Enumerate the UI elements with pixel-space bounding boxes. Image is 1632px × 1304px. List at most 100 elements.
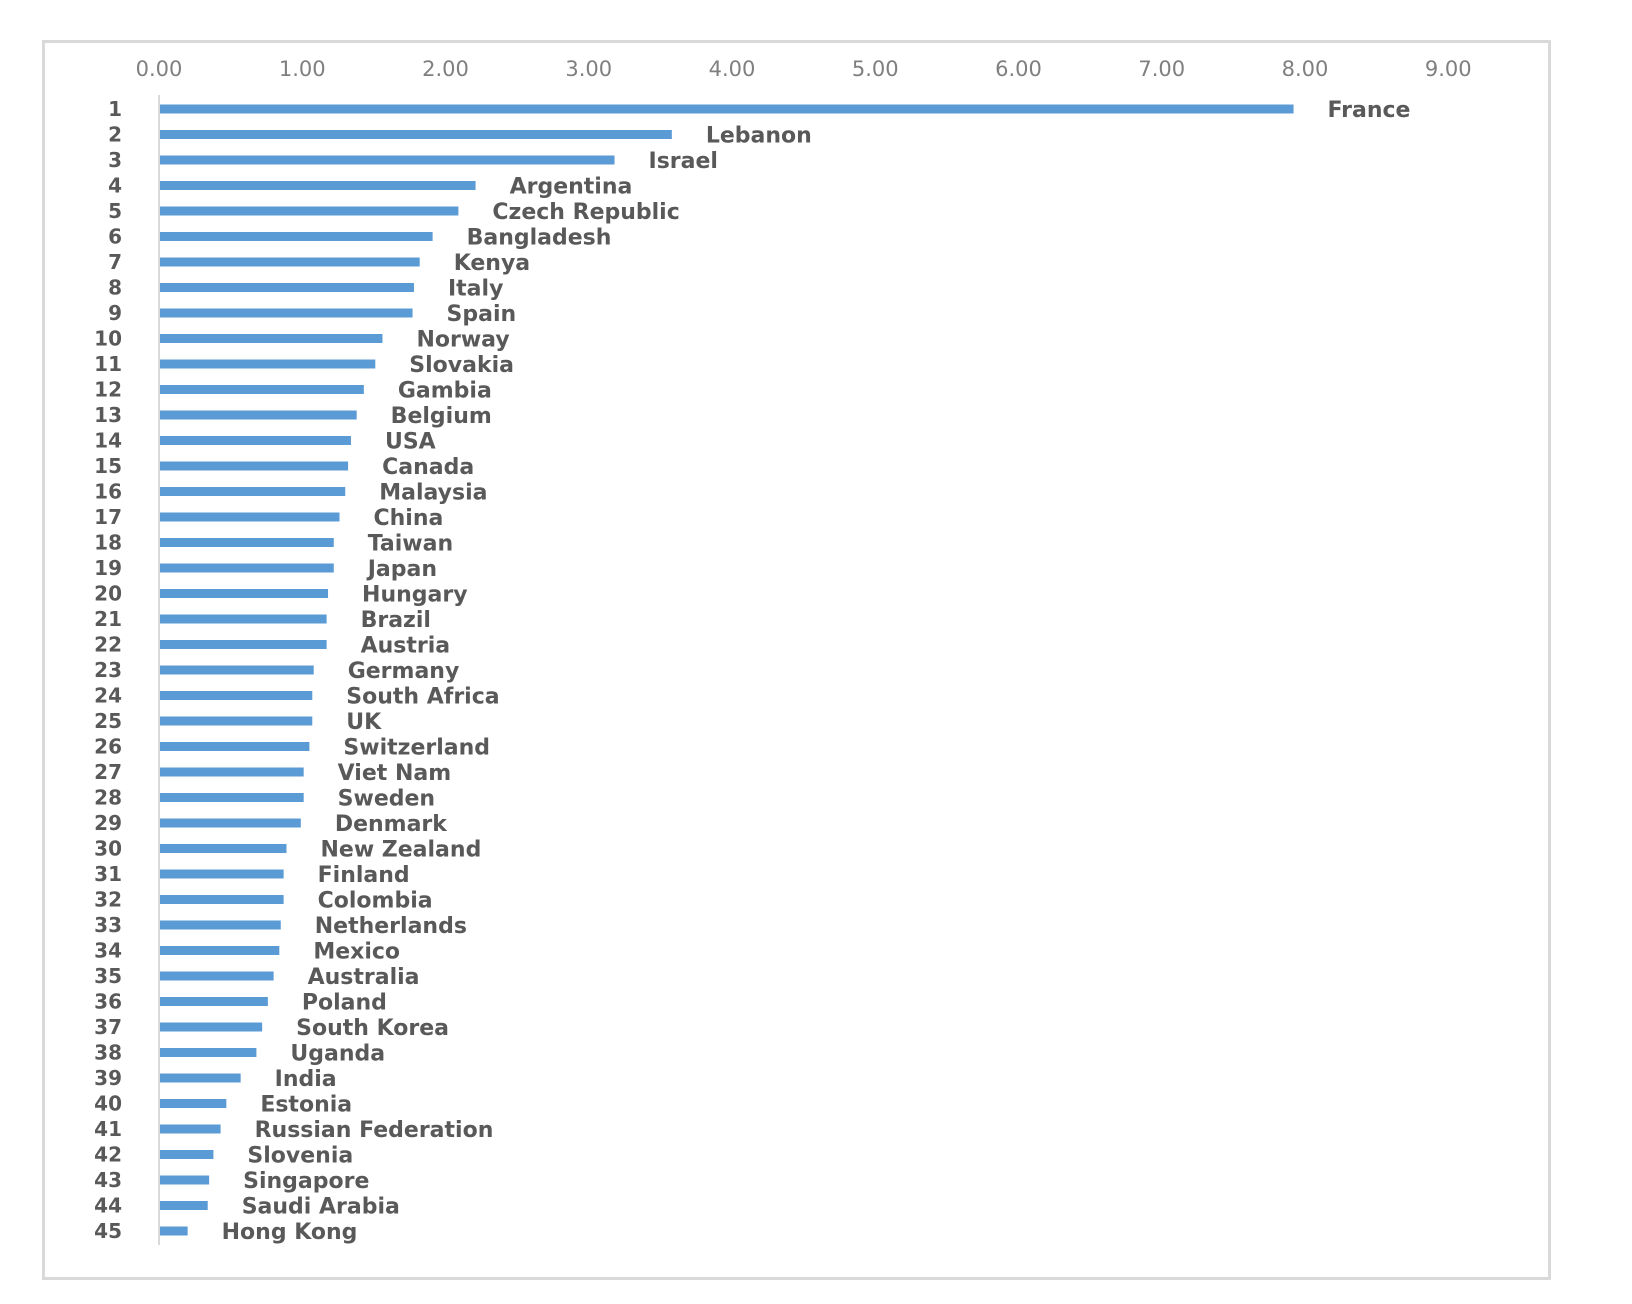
data-label: Australia: [308, 965, 420, 990]
bar-row: 12 Gambia: [94, 378, 492, 404]
y-category-label: 1: [108, 97, 122, 121]
bar-row: 4 Argentina: [108, 174, 632, 200]
bar-row: 33 Netherlands: [94, 913, 467, 939]
data-label: UK: [346, 710, 382, 735]
y-category-label: 29: [94, 811, 122, 835]
bar-row: 11 Slovakia: [94, 352, 514, 378]
bar-row: 42 Slovenia: [94, 1143, 353, 1169]
bar: [160, 895, 284, 904]
bar: [160, 181, 476, 190]
y-category-label: 19: [94, 556, 122, 580]
bar-row: 1 France: [108, 97, 1410, 123]
bar-row: 38 Uganda: [94, 1041, 385, 1067]
bar-row: 37 South Korea: [94, 1015, 449, 1041]
y-category-label: 14: [94, 429, 122, 453]
x-tick-label: 3.00: [565, 57, 612, 81]
bar-row: 15 Canada: [94, 454, 474, 480]
x-tick-label: 6.00: [995, 57, 1042, 81]
bar: [160, 104, 1294, 114]
bar: [160, 410, 357, 420]
data-label: Denmark: [335, 812, 448, 837]
data-label: Italy: [448, 277, 503, 302]
y-category-label: 12: [94, 378, 122, 402]
bar: [160, 742, 310, 751]
data-label: Singapore: [243, 1169, 369, 1194]
bar-row: 3 Israel: [108, 148, 718, 174]
y-category-label: 30: [94, 837, 122, 861]
y-category-label: 10: [94, 327, 122, 351]
bar: [160, 589, 329, 598]
y-category-label: 3: [108, 148, 122, 172]
y-category-label: 15: [94, 454, 122, 478]
bar: [160, 640, 327, 649]
bar: [160, 1073, 241, 1083]
bar-row: 26 Switzerland: [94, 735, 490, 761]
data-label: Viet Nam: [338, 761, 451, 786]
y-category-label: 25: [94, 709, 122, 733]
data-label: Hungary: [362, 583, 468, 608]
bar: [160, 793, 304, 802]
bar: [160, 971, 274, 981]
bar: [160, 512, 340, 522]
x-tick-label: 2.00: [422, 57, 469, 81]
data-label: India: [275, 1067, 337, 1092]
data-label: France: [1328, 98, 1411, 123]
x-tick-label: 9.00: [1425, 57, 1472, 81]
bar: [160, 1099, 227, 1108]
data-label: Uganda: [290, 1042, 385, 1067]
bar: [160, 385, 364, 394]
y-category-label: 37: [94, 1015, 122, 1039]
bar-row: 29 Denmark: [94, 811, 448, 837]
bar: [160, 461, 349, 471]
bar: [160, 359, 376, 369]
data-label: Hong Kong: [222, 1220, 358, 1245]
bar: [160, 1022, 263, 1032]
x-tick-label: 7.00: [1138, 57, 1185, 81]
bar-row: 23 Germany: [94, 658, 459, 684]
y-category-label: 22: [94, 633, 122, 657]
y-category-label: 4: [108, 174, 122, 198]
data-label: Colombia: [318, 889, 433, 914]
bar: [160, 1201, 208, 1210]
bar: [160, 487, 346, 496]
bar-row: 36 Poland: [94, 990, 387, 1016]
bar-row: 8 Italy: [108, 276, 503, 302]
bar-row: 17 China: [94, 505, 443, 531]
data-label: Taiwan: [368, 532, 453, 557]
bar-row: 16 Malaysia: [94, 480, 487, 506]
bar-row: 24 South Africa: [94, 684, 499, 710]
data-label: Estonia: [260, 1093, 352, 1118]
bar: [160, 206, 459, 216]
y-category-label: 28: [94, 786, 122, 810]
y-category-label: 24: [94, 684, 122, 708]
bar-row: 44 Saudi Arabia: [94, 1194, 400, 1220]
bar: [160, 308, 413, 318]
y-category-label: 18: [94, 531, 122, 555]
bar: [160, 1150, 214, 1159]
bar-row: 34 Mexico: [94, 939, 400, 965]
bar-row: 6 Bangladesh: [108, 225, 611, 251]
y-category-label: 8: [108, 276, 122, 300]
y-category-label: 39: [94, 1066, 122, 1090]
bar-chart: 0.00 1.00 2.00 3.00 4.00 5.00 6.00 7.00 8.00 9.00…: [94, 57, 1472, 1245]
bar-row: 10 Norway: [94, 327, 510, 353]
y-category-label: 45: [94, 1219, 122, 1243]
data-label: Sweden: [338, 787, 435, 812]
y-category-label: 13: [94, 403, 122, 427]
data-label: Lebanon: [706, 124, 812, 149]
bar-row: 25 UK: [94, 709, 382, 735]
data-label: South Korea: [296, 1016, 449, 1041]
y-category-label: 20: [94, 582, 122, 606]
y-category-label: 9: [108, 301, 122, 325]
bar-row: 14 USA: [94, 429, 436, 455]
y-category-label: 36: [94, 990, 122, 1014]
bar-row: 2 Lebanon: [108, 123, 812, 149]
data-label: Bangladesh: [467, 226, 612, 251]
y-category-label: 44: [94, 1194, 122, 1218]
bar: [160, 946, 280, 955]
data-label: Argentina: [510, 175, 633, 200]
y-category-label: 2: [108, 123, 122, 147]
bar: [160, 716, 313, 726]
bar: [160, 1124, 221, 1134]
bar-row: 39 India: [94, 1066, 336, 1092]
